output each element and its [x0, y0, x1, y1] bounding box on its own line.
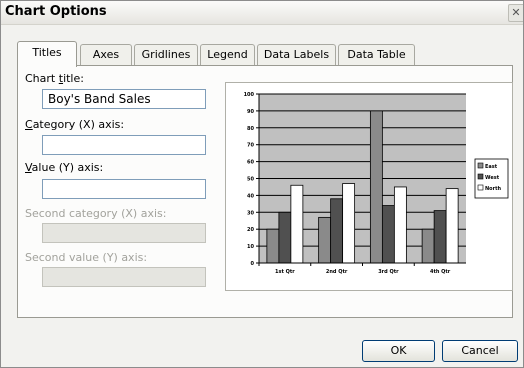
legend-label-north: North — [485, 186, 501, 192]
legend-swatch-west — [477, 173, 484, 180]
y-tick-label: 70 — [247, 143, 254, 149]
second-category-x-axis-input — [42, 223, 206, 243]
bar-west — [433, 210, 447, 264]
chart-title-label: Chart title: — [25, 72, 84, 85]
bar-east — [318, 216, 332, 264]
bar-east — [421, 228, 435, 264]
second-value-y-axis-label: Second value (Y) axis: — [25, 251, 148, 264]
x-tick-label: 3rd Qtr — [378, 269, 399, 275]
title-bar: Chart Options ✕ — [1, 1, 523, 25]
bar-north — [342, 183, 356, 264]
legend-swatch-east — [477, 162, 484, 169]
y-tick-label: 90 — [247, 109, 254, 115]
bar-north — [445, 188, 459, 264]
chart-options-dialog: Chart Options ✕ Titles Axes Gridlines Le… — [0, 0, 524, 368]
x-tick-label: 1st Qtr — [275, 269, 295, 275]
x-tick-label: 2nd Qtr — [326, 269, 348, 275]
legend-swatch-north — [477, 184, 484, 191]
second-category-x-axis-label: Second category (X) axis: — [25, 207, 167, 220]
chart-svg: 0 10 20 30 40 50 60 70 80 90 100 1st Qtr 2nd Qtr 3rd … — [244, 92, 509, 275]
y-tick-label: 0 — [251, 261, 255, 267]
value-y-axis-label: Value (Y) axis: — [25, 161, 104, 174]
close-icon[interactable]: ✕ — [508, 4, 523, 22]
chart-title-input[interactable]: Boy's Band Sales — [42, 89, 206, 109]
y-tick-label: 80 — [247, 126, 254, 132]
value-y-axis-input[interactable] — [42, 179, 206, 199]
tab-data-table[interactable]: Data Table — [338, 44, 415, 65]
legend-label-west: West — [485, 175, 500, 181]
chart-preview: 0 10 20 30 40 50 60 70 80 90 100 1st Qtr 2nd Qtr 3rd … — [225, 82, 513, 291]
tab-legend[interactable]: Legend — [200, 44, 255, 65]
category-x-axis-input[interactable] — [42, 135, 206, 155]
y-tick-label: 20 — [247, 227, 254, 233]
tab-titles[interactable]: Titles — [17, 41, 77, 67]
bar-west — [381, 205, 395, 264]
y-tick-label: 60 — [247, 160, 254, 166]
second-value-y-axis-input — [42, 267, 206, 287]
cancel-button[interactable]: Cancel — [442, 340, 518, 362]
bar-west — [278, 211, 292, 264]
bar-west — [330, 198, 344, 264]
y-tick-label: 50 — [247, 177, 254, 183]
y-tick-label: 10 — [247, 244, 254, 250]
x-tick-label: 4th Qtr — [430, 269, 451, 275]
y-tick-label: 40 — [247, 193, 254, 199]
bar-east — [369, 110, 383, 264]
tab-data-labels[interactable]: Data Labels — [257, 44, 336, 65]
category-x-axis-label: Category (X) axis: — [25, 118, 125, 131]
legend-label-east: East — [485, 164, 498, 170]
tab-axes[interactable]: Axes — [80, 44, 132, 65]
y-tick-label: 100 — [244, 92, 255, 98]
tab-gridlines[interactable]: Gridlines — [134, 44, 198, 65]
ok-button[interactable]: OK — [362, 340, 435, 362]
bar-east — [266, 228, 280, 264]
bar-north — [393, 186, 407, 264]
dialog-title: Chart Options — [5, 4, 107, 19]
bar-north — [290, 184, 304, 264]
y-tick-label: 30 — [247, 210, 254, 216]
